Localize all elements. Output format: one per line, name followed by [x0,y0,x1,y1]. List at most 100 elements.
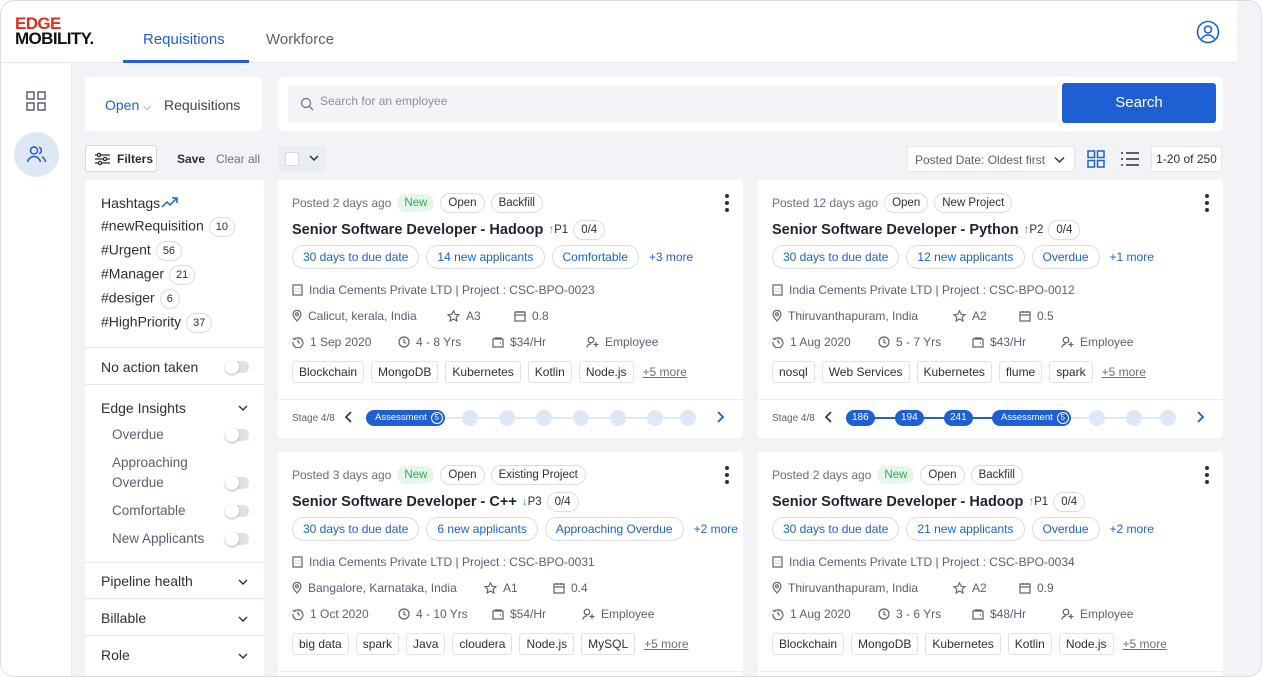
stage-dot[interactable] [610,410,626,426]
status-dropdown[interactable]: Open ⌵ [105,97,151,113]
more-options-icon[interactable] [725,194,729,212]
skill-chip[interactable]: Node.js [578,361,634,383]
pagination-info[interactable]: 1-20 of 250 [1151,146,1222,172]
due-date-pill[interactable]: 30 days to due date [292,245,420,269]
user-profile-icon[interactable] [1196,20,1220,44]
chevron-down-icon[interactable] [237,613,249,625]
stage-count[interactable]: 241 [944,410,973,426]
skill-chip[interactable]: Kubernetes [445,361,521,383]
more-pills-link[interactable]: +2 more [1110,522,1154,536]
billable-section[interactable]: Billable [101,610,146,626]
search-input[interactable] [320,94,1020,108]
job-title[interactable]: Senior Software Developer - Python ↑P2 0… [772,220,1081,240]
clear-all-link[interactable]: Clear all [216,152,260,166]
job-title[interactable]: Senior Software Developer - C++ ↓P3 0/4 [292,492,579,512]
chevron-down-icon[interactable] [237,576,249,588]
hashtag-item[interactable]: #desiger 6 [101,289,180,309]
hashtag-item[interactable]: #Urgent 56 [101,241,183,261]
role-section[interactable]: Role [101,647,130,663]
more-options-icon[interactable] [725,466,729,484]
skill-chip[interactable]: flume [998,361,1043,383]
stage-dot[interactable] [680,410,696,426]
save-filters-link[interactable]: Save [177,152,205,166]
stage-dot[interactable] [1160,410,1176,426]
search-field[interactable] [288,85,1058,123]
job-card[interactable]: Posted 12 days ago Open New Project Seni… [758,180,1223,438]
insight-pill[interactable]: Overdue [1031,245,1100,269]
job-title[interactable]: Senior Software Developer - Hadoop ↑P1 0… [772,492,1086,512]
insight-new-applicants-toggle[interactable] [225,532,249,546]
skill-chip[interactable]: big data [292,633,349,655]
people-nav-button[interactable] [14,132,59,177]
skill-chip[interactable]: Node.js [519,633,575,655]
hashtag-item[interactable]: #HighPriority 37 [101,313,213,333]
stage-count[interactable]: 194 [895,410,924,426]
skill-chip[interactable]: cloudera [452,633,513,655]
more-pills-link[interactable]: +2 more [694,522,738,536]
insight-pill[interactable]: Comfortable [551,245,639,269]
sort-dropdown[interactable]: Posted Date: Oldest first [907,146,1075,172]
skill-chip[interactable]: Blockchain [772,633,845,655]
skill-chip[interactable]: Blockchain [292,361,365,383]
chevron-right-icon[interactable] [1195,410,1205,424]
skill-chip[interactable]: Node.js [1058,633,1114,655]
insight-comfortable-toggle[interactable] [225,504,249,518]
stage-count[interactable]: 186 [846,410,875,426]
job-card[interactable]: Posted 2 days ago New Open Backfill Seni… [278,180,743,438]
stage-dot[interactable] [462,410,478,426]
select-all-checkbox[interactable] [285,152,299,166]
skill-chip[interactable]: Java [406,633,446,655]
due-date-pill[interactable]: 30 days to due date [772,517,900,541]
skill-chip[interactable]: MySQL [581,633,636,655]
skill-chip[interactable]: nosql [772,361,815,383]
chevron-left-icon[interactable] [824,410,834,424]
grid-view-icon[interactable] [1086,149,1106,169]
hashtag-item[interactable]: #Manager 21 [101,265,196,285]
insight-approaching-toggle[interactable] [225,476,249,490]
stage-dot[interactable] [573,410,589,426]
chevron-right-icon[interactable] [715,410,725,424]
list-view-icon[interactable] [1120,150,1140,168]
skill-chip[interactable]: Kubernetes [916,361,992,383]
skill-chip[interactable]: MongoDB [851,633,919,655]
stage-dot[interactable] [536,410,552,426]
more-options-icon[interactable] [1205,466,1209,484]
bulk-select-dropdown[interactable] [278,146,326,172]
chevron-down-icon[interactable] [237,402,249,414]
applicants-pill[interactable]: 21 new applicants [906,517,1025,541]
skill-chip[interactable]: spark [1049,361,1093,383]
stage-dot[interactable] [647,410,663,426]
skill-chip[interactable]: Kotlin [1007,633,1052,655]
skill-chip[interactable]: MongoDB [371,361,439,383]
pipeline-health-section[interactable]: Pipeline health [101,573,193,589]
skill-chip[interactable]: spark [355,633,400,655]
assessment-stage[interactable]: Assessment 5 [366,410,445,426]
brand-logo[interactable]: EDGE MOBILITY. [15,15,94,47]
more-skills-link[interactable]: +5 more [1102,365,1146,379]
job-card[interactable]: Posted 2 days ago New Open Backfill Seni… [758,452,1223,676]
chevron-down-icon[interactable] [237,650,249,662]
job-title[interactable]: Senior Software Developer - Hadoop ↑P1 0… [292,220,606,240]
applicants-pill[interactable]: 14 new applicants [426,245,545,269]
more-skills-link[interactable]: +5 more [644,637,688,651]
insight-overdue-toggle[interactable] [225,428,249,442]
more-pills-link[interactable]: +1 more [1110,250,1154,264]
due-date-pill[interactable]: 30 days to due date [292,517,420,541]
stage-dot[interactable] [499,410,515,426]
tab-requisitions[interactable]: Requisitions [143,31,225,48]
tab-workforce[interactable]: Workforce [266,31,334,48]
applicants-pill[interactable]: 12 new applicants [906,245,1025,269]
filters-button[interactable]: Filters [85,145,157,172]
skill-chip[interactable]: Kubernetes [925,633,1001,655]
insight-pill[interactable]: Approaching Overdue [544,517,684,541]
search-button[interactable]: Search [1062,83,1216,123]
assessment-stage[interactable]: Assessment 5 [992,410,1071,426]
more-options-icon[interactable] [1205,194,1209,212]
more-skills-link[interactable]: +5 more [643,365,687,379]
job-card[interactable]: Posted 3 days ago New Open Existing Proj… [278,452,743,676]
stage-dot[interactable] [1126,410,1142,426]
more-skills-link[interactable]: +5 more [1123,637,1167,651]
no-action-toggle[interactable] [225,360,249,374]
hashtag-item[interactable]: #newRequisition 10 [101,217,235,237]
chevron-left-icon[interactable] [344,410,354,424]
